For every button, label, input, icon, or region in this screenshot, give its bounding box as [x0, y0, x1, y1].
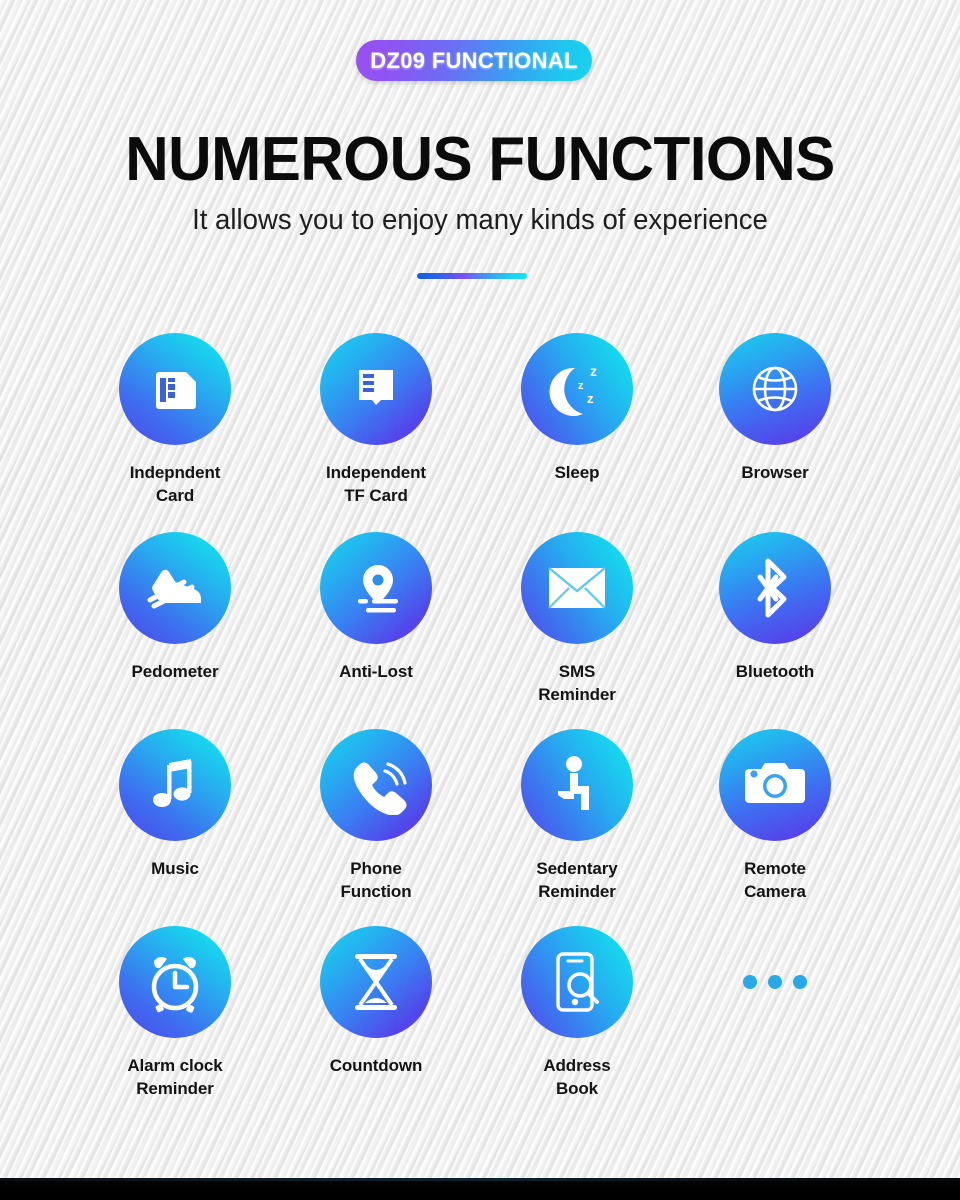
feature-item-music: Music	[80, 729, 270, 880]
dot	[768, 975, 782, 989]
svg-text:z: z	[578, 380, 584, 392]
feature-label: Anti-Lost	[339, 662, 413, 681]
svg-text:z: z	[587, 391, 594, 406]
hourglass-icon	[355, 954, 397, 1010]
feature-item-remote-camera: Remote Camera	[680, 729, 870, 903]
feature-item-more	[680, 926, 870, 1054]
feature-item-countdown: Countdown	[281, 926, 471, 1077]
feature-item-phone-function: Phone Function	[281, 729, 471, 903]
infographic-page: DZ09 FUNCTIONAL NUMEROUS FUNCTIONS It al…	[0, 0, 960, 1200]
globe-browser-icon	[752, 366, 798, 412]
feature-label: SMS Reminder	[538, 662, 616, 704]
icon-circle: z z z	[521, 333, 633, 445]
feature-item-address-book: Address Book	[482, 926, 672, 1100]
svg-text:z: z	[590, 363, 597, 379]
camera-icon	[745, 763, 805, 803]
music-note-icon	[153, 759, 192, 807]
feature-label: Indepndent Card	[129, 463, 221, 505]
icon-circle	[119, 729, 231, 841]
icon-circle	[521, 926, 633, 1038]
bottom-band	[0, 1178, 960, 1200]
icon-circle	[320, 926, 432, 1038]
feature-label: Countdown	[329, 1056, 423, 1075]
sitting-person-icon	[558, 756, 589, 810]
feature-item-sms-reminder: SMS Reminder	[482, 532, 672, 706]
icon-circle	[119, 532, 231, 644]
feature-item-independent-card: Indepndent Card	[80, 333, 270, 507]
icon-circle	[719, 333, 831, 445]
icon-circle	[119, 333, 231, 445]
sleep-moon-icon: z z z	[549, 363, 597, 416]
icon-circle	[521, 532, 633, 644]
icon-circle	[320, 532, 432, 644]
icon-circle	[320, 729, 432, 841]
ellipsis-dots-icon	[719, 926, 831, 1038]
feature-label: Sleep	[554, 463, 600, 482]
tf-card-icon	[359, 370, 393, 405]
feature-item-independent-tf-card: Independent TF Card	[281, 333, 471, 507]
dot	[743, 975, 757, 989]
running-shoe-icon	[147, 569, 201, 609]
dot	[793, 975, 807, 989]
icon-circle	[719, 532, 831, 644]
feature-item-pedometer: Pedometer	[80, 532, 270, 683]
icon-circle	[719, 729, 831, 841]
feature-item-sedentary-reminder: Sedentary Reminder	[482, 729, 672, 903]
feature-item-anti-lost: Anti-Lost	[281, 532, 471, 683]
feature-item-sleep: z z z Sleep	[482, 333, 672, 484]
phone-handset-icon	[353, 762, 407, 815]
feature-label: Bluetooth	[735, 662, 815, 681]
feature-label: Pedometer	[131, 662, 219, 681]
feature-label: Phone Function	[340, 859, 412, 901]
phone-search-icon	[556, 952, 599, 1012]
icon-circle	[521, 729, 633, 841]
feature-grid: Indepndent Card Independent TF Card z z	[0, 0, 960, 1178]
alarm-clock-icon	[151, 956, 199, 1013]
feature-item-alarm-clock-reminder: Alarm clock Reminder	[80, 926, 270, 1100]
sim-card-icon	[156, 372, 196, 409]
feature-label: Sedentary Reminder	[536, 859, 618, 901]
location-pin-icon	[358, 565, 398, 613]
feature-label: Browser	[741, 463, 809, 482]
bluetooth-icon	[757, 558, 787, 618]
feature-item-bluetooth: Bluetooth	[680, 532, 870, 683]
envelope-icon	[548, 567, 606, 609]
feature-label: Remote Camera	[744, 859, 806, 901]
icon-circle	[320, 333, 432, 445]
feature-label: Address Book	[543, 1056, 611, 1098]
feature-label: Music	[151, 859, 199, 878]
feature-label: Alarm clock Reminder	[127, 1056, 223, 1098]
feature-item-browser: Browser	[680, 333, 870, 484]
feature-label: Independent TF Card	[326, 463, 426, 505]
icon-circle	[119, 926, 231, 1038]
